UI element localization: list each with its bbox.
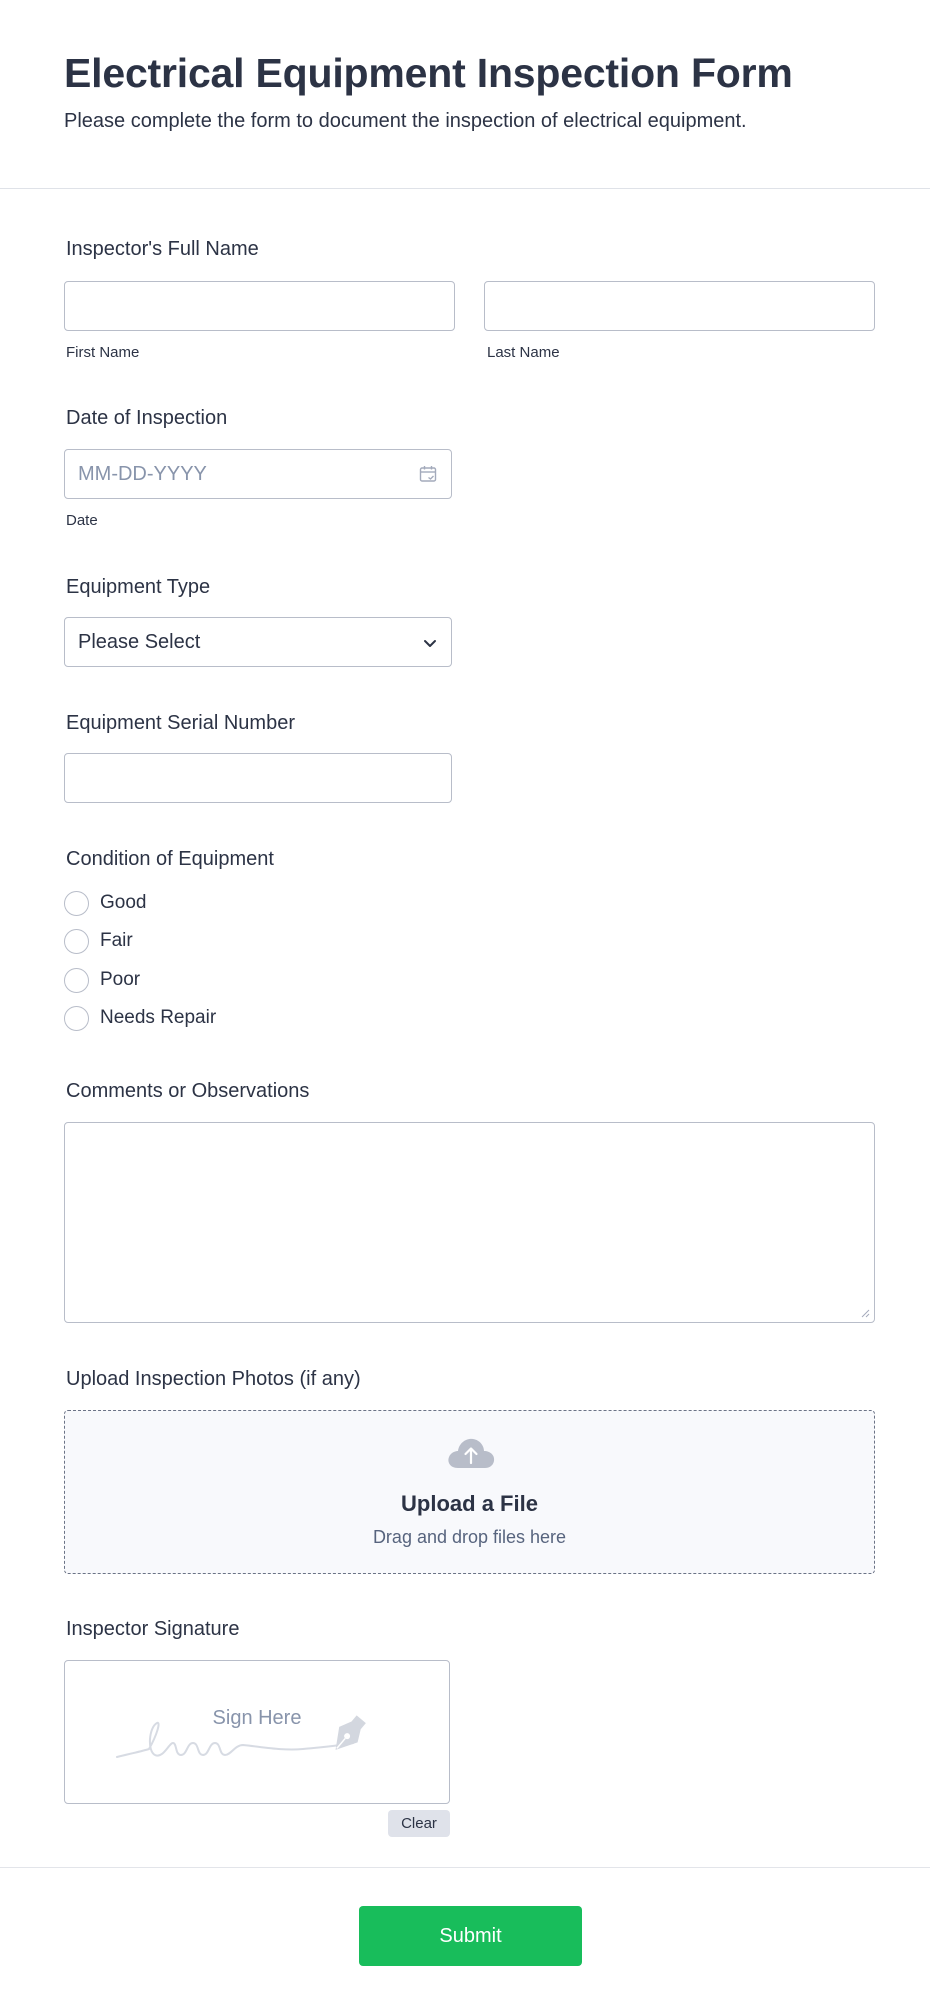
condition-option-fair[interactable]: Fair xyxy=(64,928,133,954)
upload-dropzone[interactable]: Upload a File Drag and drop files here xyxy=(64,1410,875,1574)
clear-signature-button[interactable]: Clear xyxy=(388,1810,450,1837)
first-name-sublabel: First Name xyxy=(66,344,140,361)
radio-label: Poor xyxy=(100,969,141,990)
first-name-input[interactable] xyxy=(64,281,455,331)
date-sublabel: Date xyxy=(66,512,98,529)
condition-label: Condition of Equipment xyxy=(66,848,274,870)
footer-divider xyxy=(0,1867,930,1868)
date-placeholder: MM-DD-YYYY xyxy=(78,463,207,485)
comments-textarea[interactable] xyxy=(64,1122,875,1323)
signature-pad[interactable]: Sign Here xyxy=(64,1660,450,1804)
radio-button[interactable] xyxy=(64,890,89,916)
serial-number-input[interactable] xyxy=(64,753,452,803)
upload-label: Upload Inspection Photos (if any) xyxy=(66,1368,361,1390)
form-header: Electrical Equipment Inspection Form Ple… xyxy=(0,0,930,189)
condition-option-poor[interactable]: Poor xyxy=(64,967,140,993)
page-subtitle: Please complete the form to document the… xyxy=(64,110,747,132)
page-title: Electrical Equipment Inspection Form xyxy=(64,50,793,96)
chevron-down-icon xyxy=(424,640,436,647)
upload-hint: Drag and drop files here xyxy=(372,1527,567,1547)
radio-label: Needs Repair xyxy=(100,1007,217,1028)
upload-title: Upload a File xyxy=(401,1491,538,1516)
signature-pen-icon xyxy=(116,1715,366,1758)
calendar-icon[interactable] xyxy=(418,464,438,484)
radio-button[interactable] xyxy=(64,1005,89,1031)
equipment-type-selected: Please Select xyxy=(78,631,201,653)
equipment-type-select[interactable]: Please Select xyxy=(64,617,452,667)
cloud-upload-icon xyxy=(448,1438,495,1468)
submit-button[interactable]: Submit xyxy=(359,1906,582,1966)
equipment-type-label: Equipment Type xyxy=(66,576,211,598)
date-input[interactable]: MM-DD-YYYY xyxy=(64,449,452,499)
last-name-input[interactable] xyxy=(484,281,875,331)
inspection-date-label: Date of Inspection xyxy=(66,407,228,429)
radio-label: Good xyxy=(100,892,147,913)
condition-option-needs-repair[interactable]: Needs Repair xyxy=(64,1005,216,1031)
resize-grip-icon[interactable] xyxy=(860,1308,870,1318)
inspector-name-label: Inspector's Full Name xyxy=(66,238,259,260)
radio-label: Fair xyxy=(100,930,133,951)
radio-button[interactable] xyxy=(64,967,89,993)
serial-number-label: Equipment Serial Number xyxy=(66,712,295,734)
comments-label: Comments or Observations xyxy=(66,1080,310,1102)
radio-button[interactable] xyxy=(64,928,89,954)
signature-label: Inspector Signature xyxy=(66,1618,240,1640)
condition-option-good[interactable]: Good xyxy=(64,890,146,916)
last-name-sublabel: Last Name xyxy=(487,344,560,361)
